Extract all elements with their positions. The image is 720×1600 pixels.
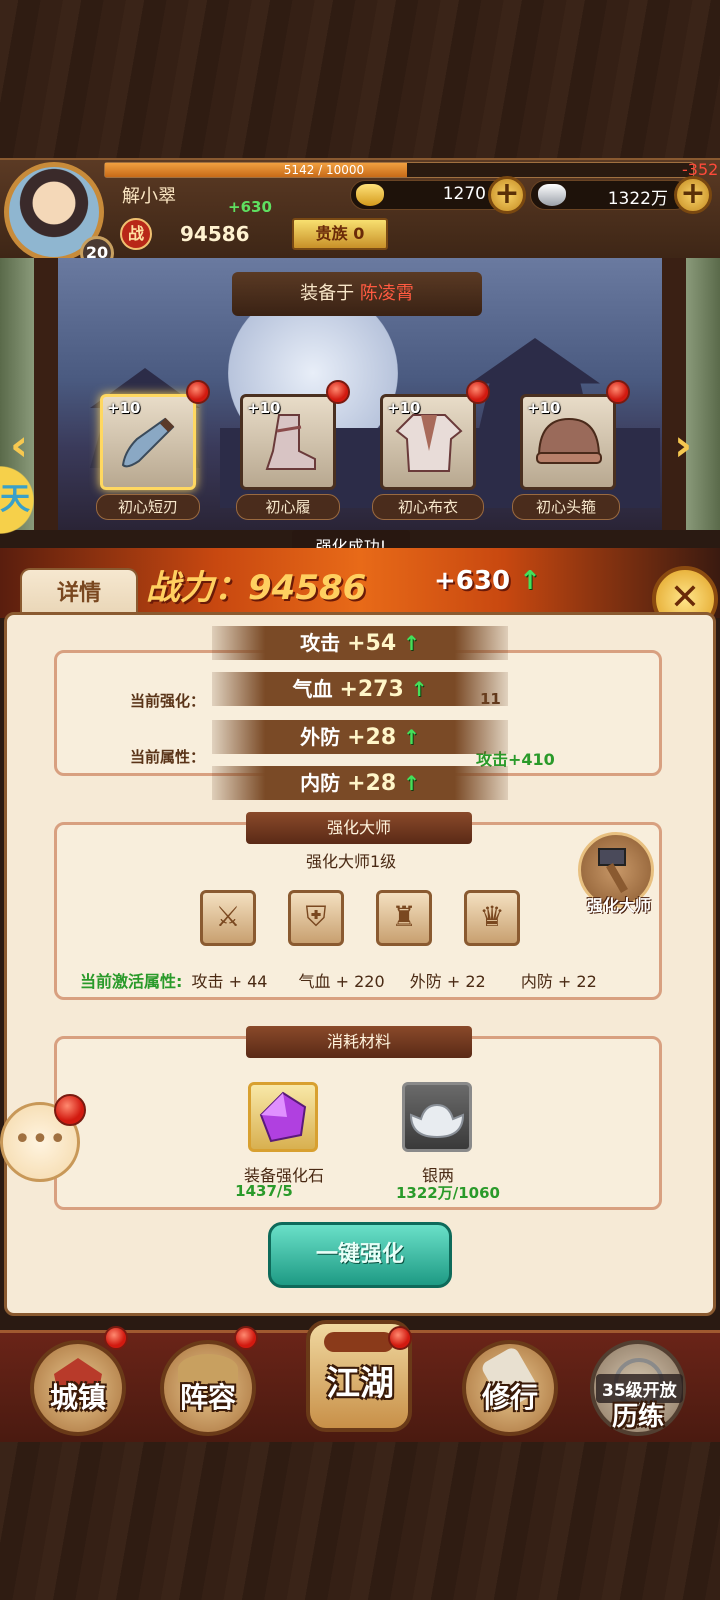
stat-gain-label: 外防 (300, 725, 341, 749)
one-key-enhance-button[interactable]: 一键强化 (268, 1222, 452, 1288)
nav-label: 江湖 (326, 1364, 394, 1404)
stat-gain-value: +273 (339, 677, 404, 702)
power-label: 战力：94586 (146, 560, 366, 609)
sword-icon (121, 417, 175, 468)
top-wood-background (0, 0, 720, 158)
stat-gain-outer-defense: 外防 +28 ↑ (212, 720, 508, 754)
power-icon: 战 (120, 218, 152, 250)
active-attributes-label: 当前激活属性: (80, 972, 183, 991)
nav-label: 城镇 (49, 1381, 106, 1414)
nav-label: 修行 (481, 1381, 538, 1414)
active-attr-attack: 攻击 + 44 (191, 972, 268, 991)
silver-ingot-icon[interactable] (402, 1082, 472, 1152)
silver-ingot-shape (409, 1103, 465, 1139)
stat-gain-attack: 攻击 +54 ↑ (212, 626, 508, 660)
enhance-master-title: 强化大师 (246, 812, 472, 844)
helmet-icon (536, 417, 602, 464)
active-attributes: 当前激活属性: 攻击 + 44 气血 + 220 外防 + 22 内防 + 22 (80, 968, 597, 992)
slot-name: 初心布衣 (372, 494, 484, 520)
equip-slot-weapon[interactable]: +10 (100, 394, 196, 490)
next-arrow-icon[interactable]: › (674, 424, 708, 468)
player-power: 94586 (180, 222, 250, 246)
slot-alert-dot (326, 380, 350, 404)
nav-alert-dot (388, 1326, 412, 1350)
nav-alert-dot (104, 1326, 128, 1350)
gold-ingot-icon (356, 184, 384, 206)
add-gold-button[interactable]: + (488, 176, 526, 214)
enhance-stone-shape (259, 1091, 307, 1143)
slot-name: 初心短刃 (96, 494, 200, 520)
equip-slot-helmet[interactable]: +10 (520, 394, 616, 490)
armor-icon (395, 414, 463, 472)
slot-name: 初心履 (236, 494, 340, 520)
stat-gain-value: +54 (347, 631, 397, 656)
up-arrow-icon: ↑ (519, 566, 541, 596)
power-gain-value: +630 ↑ (434, 566, 541, 596)
helmet-icon: ♛ (464, 890, 520, 946)
nav-alert-dot (234, 1326, 258, 1350)
equip-slot-armor[interactable]: +10 (380, 394, 476, 490)
nav-label: 历练 (611, 1402, 664, 1432)
stat-gain-hp: 气血 +273 ↑ (212, 672, 508, 706)
gold-amount: 1270 (442, 184, 486, 204)
equipped-on-banner: 装备于 陈凌霄 (232, 272, 482, 316)
jianghu-scroll-icon (324, 1332, 394, 1352)
stat-gain-label: 内防 (300, 771, 341, 795)
up-arrow-icon: ↑ (403, 631, 420, 655)
material-count: 1437/5 (235, 1182, 293, 1200)
materials-box (54, 1036, 662, 1210)
stat-gain-inner-defense: 内防 +28 ↑ (212, 766, 508, 800)
bottom-wood-background (0, 1440, 720, 1600)
noble-badge[interactable]: 贵族 0 (292, 218, 388, 250)
enhance-master-level: 强化大师1级 (306, 852, 397, 871)
slot-alert-dot (606, 380, 630, 404)
nav-label: 阵容 (179, 1381, 236, 1414)
chest-armor-icon: ⛨ (288, 890, 344, 946)
stat-gain-value: +28 (347, 725, 397, 750)
active-attr-hp: 气血 + 220 (298, 972, 385, 991)
slot-alert-dot (466, 380, 490, 404)
silver-ingot-icon (538, 184, 566, 206)
active-attr-outer-defense: 外防 + 22 (409, 972, 486, 991)
player-power-gain: +630 (228, 198, 272, 216)
equipped-on-label: 装备于 (300, 283, 355, 304)
crossed-swords-icon: ⚔ (200, 890, 256, 946)
pillar-right (662, 258, 686, 530)
hammer-shape (598, 848, 628, 893)
add-silver-button[interactable]: + (674, 176, 712, 214)
material-count: 1322万/1060 (396, 1184, 500, 1202)
slot-name: 初心头箍 (512, 494, 620, 520)
power-gain-text: +630 (434, 566, 511, 596)
stat-gain-label: 攻击 (300, 631, 341, 655)
stat-gain-label: 气血 (292, 677, 333, 701)
equipped-owner-name: 陈凌霄 (359, 283, 414, 304)
boot-icon (265, 414, 316, 470)
active-attr-inner-defense: 内防 + 22 (520, 972, 597, 991)
current-enhance-label: 当前强化： (130, 692, 206, 710)
stat-gain-value: +28 (347, 771, 397, 796)
enhance-master-badge-label: 强化大师 (586, 896, 651, 915)
up-arrow-icon: ↑ (403, 771, 420, 795)
power-label-value: 94586 (248, 568, 367, 608)
chat-alert-dot (54, 1094, 86, 1126)
enhance-stone-icon[interactable] (248, 1082, 318, 1152)
up-arrow-icon: ↑ (403, 725, 420, 749)
boots-icon: ♜ (376, 890, 432, 946)
equip-slot-boots[interactable]: +10 (240, 394, 336, 490)
curtain-right (686, 258, 720, 530)
slot-alert-dot (186, 380, 210, 404)
side-event-tab[interactable]: 天 (0, 462, 40, 538)
power-label-text: 战力： (146, 568, 248, 608)
current-attr-label: 当前属性： (130, 748, 206, 766)
player-name: 解小翠 (122, 186, 176, 207)
exp-text: 5142 / 10000 (283, 163, 365, 177)
silver-amount: 1322万 (607, 189, 668, 209)
materials-title: 消耗材料 (246, 1026, 472, 1058)
up-arrow-icon: ↑ (410, 677, 428, 701)
